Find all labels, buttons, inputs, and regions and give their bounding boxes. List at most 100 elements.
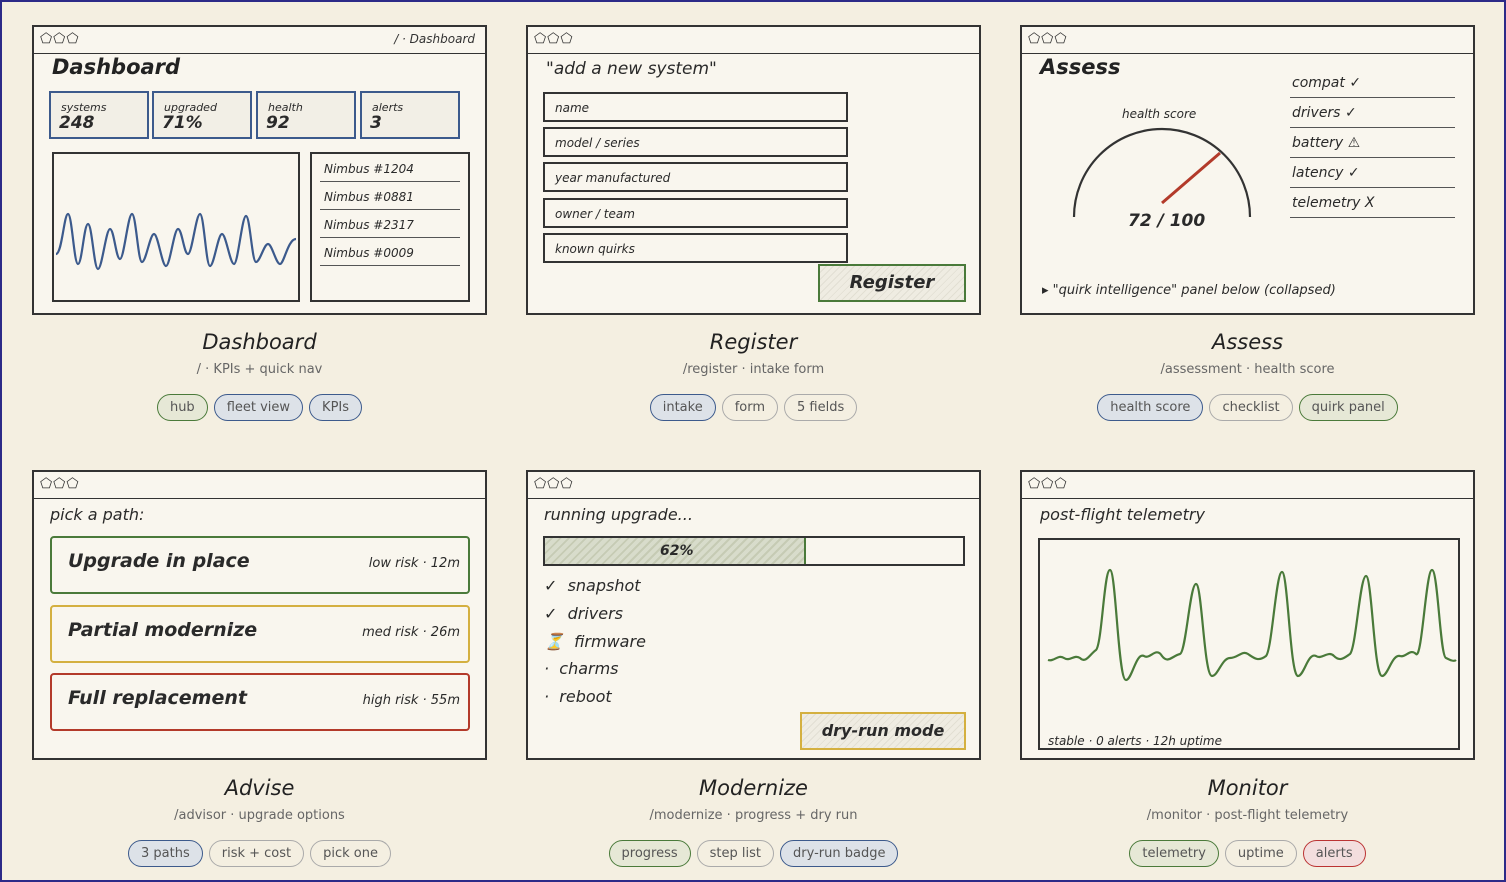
trend-chart <box>52 152 300 302</box>
caption-title: Monitor <box>1207 776 1288 800</box>
monitor-caption: Monitor /monitor · post-flight telemetry <box>1020 776 1475 823</box>
kpi-health[interactable]: health 92 <box>256 91 356 139</box>
modernize-caption: Modernize /modernize · progress + dry ru… <box>526 776 981 823</box>
option-meta: low risk · 12m <box>368 556 460 571</box>
tag[interactable]: KPIs <box>309 394 363 421</box>
list-item[interactable]: Nimbus #2317 <box>324 218 414 232</box>
tag[interactable]: dry-run badge <box>780 840 899 867</box>
list-item[interactable]: Nimbus #0009 <box>324 246 414 260</box>
advise-card[interactable]: ⬠⬠⬠ pick a path: Upgrade in place low ris… <box>32 470 487 760</box>
step-item: ✓ drivers <box>544 604 623 623</box>
caption-title: Advise <box>224 776 295 800</box>
caption-route: /register · intake form <box>682 362 825 377</box>
score-value: 72 / 100 <box>1128 211 1206 231</box>
gauge-label: health score <box>1122 107 1197 121</box>
check-item: drivers ✓ <box>1292 105 1357 121</box>
register-button[interactable]: Register <box>818 264 966 302</box>
kpi-alerts[interactable]: alerts 3 <box>360 91 460 139</box>
window-bar: ⬠⬠⬠ / · Dashboard <box>34 27 485 54</box>
option-meta: high risk · 55m <box>362 693 460 708</box>
step-label: snapshot <box>567 576 641 595</box>
page-title: Dashboard <box>52 55 181 79</box>
option-meta: med risk · 26m <box>362 625 460 640</box>
check-icon: ✓ <box>1344 105 1357 121</box>
option-upgrade-in-place[interactable]: Upgrade in place low risk · 12m <box>50 536 470 594</box>
caption-title: Assess <box>1211 330 1284 354</box>
window-icons: ⬠⬠⬠ <box>1028 31 1068 47</box>
status-text: running upgrade... <box>544 505 693 524</box>
list-item[interactable]: Nimbus #0881 <box>324 190 414 204</box>
divider <box>1290 187 1455 188</box>
window-icons: ⬠⬠⬠ <box>534 31 574 47</box>
tag[interactable]: 3 paths <box>128 840 203 867</box>
divider <box>320 181 460 182</box>
tag[interactable]: quirk panel <box>1298 394 1398 421</box>
progress-label: 62% <box>660 543 694 559</box>
telemetry-line <box>1047 568 1457 682</box>
caption-title: Dashboard <box>202 330 317 354</box>
kpi-upgraded[interactable]: upgraded 71% <box>152 91 252 139</box>
modernize-card[interactable]: ⬠⬠⬠ running upgrade... 62% ✓ snapshot ✓ … <box>526 470 981 760</box>
register-card[interactable]: ⬠⬠⬠ "add a new system" name model / seri… <box>526 25 981 315</box>
kpi-value: 248 <box>59 113 95 133</box>
panel-title: post-flight telemetry <box>1040 505 1205 524</box>
field-label: owner / team <box>555 207 635 221</box>
kpi-systems[interactable]: systems 248 <box>49 91 149 139</box>
year-field[interactable]: year manufactured <box>543 162 848 192</box>
step-item: ⏳ firmware <box>544 632 646 651</box>
model-field[interactable]: model / series <box>543 127 848 157</box>
step-item: ✓ snapshot <box>544 576 641 595</box>
window-icons: ⬠⬠⬠ <box>40 476 80 492</box>
option-partial-modernize[interactable]: Partial modernize med risk · 26m <box>50 605 470 663</box>
tag[interactable]: pick one <box>310 840 391 867</box>
caption-route: /assessment · health score <box>1160 362 1335 377</box>
quirks-field[interactable]: known quirks <box>543 233 848 263</box>
assess-card[interactable]: ⬠⬠⬠ Assess health score 72 / 100 compat … <box>1020 25 1475 315</box>
field-label: year manufactured <box>555 171 671 185</box>
owner-field[interactable]: owner / team <box>543 198 848 228</box>
window-icons: ⬠⬠⬠ <box>534 476 574 492</box>
step-label: charms <box>559 659 619 678</box>
caption-title: Register <box>709 330 798 354</box>
check-item: compat ✓ <box>1292 75 1361 91</box>
option-full-replacement[interactable]: Full replacement high risk · 55m <box>50 673 470 731</box>
tag[interactable]: fleet view <box>213 394 304 421</box>
check-icon: ✓ <box>544 604 558 623</box>
tag[interactable]: uptime <box>1224 840 1297 867</box>
divider <box>320 209 460 210</box>
option-name: Partial modernize <box>68 619 258 641</box>
check-label: battery <box>1292 135 1344 151</box>
telemetry-status: stable · 0 alerts · 12h uptime <box>1048 734 1222 748</box>
dot-icon: · <box>544 659 550 678</box>
kpi-value: 71% <box>162 113 203 133</box>
tag[interactable]: hub <box>156 394 208 421</box>
list-item[interactable]: Nimbus #1204 <box>324 162 414 176</box>
step-item: · reboot <box>544 687 612 706</box>
step-label: firmware <box>574 632 646 651</box>
kpi-value: 92 <box>266 113 290 133</box>
window-icons: ⬠⬠⬠ <box>40 31 80 47</box>
advise-caption: Advise /advisor · upgrade options <box>32 776 487 823</box>
tag[interactable]: step list <box>696 840 775 867</box>
dashboard-card[interactable]: ⬠⬠⬠ / · Dashboard Dashboard systems 248 u… <box>32 25 487 315</box>
kpi-value: 3 <box>370 113 382 133</box>
monitor-card[interactable]: ⬠⬠⬠ post-flight telemetry stable · 0 ale… <box>1020 470 1475 760</box>
check-icon: ✓ <box>1347 165 1360 181</box>
tag[interactable]: checklist <box>1209 394 1293 421</box>
dashboard-caption: Dashboard / · KPIs + quick nav <box>32 330 487 377</box>
check-label: compat <box>1292 75 1345 91</box>
tag[interactable]: telemetry <box>1129 840 1219 867</box>
tag[interactable]: intake <box>649 394 716 421</box>
dry-run-badge[interactable]: dry-run mode <box>800 712 966 750</box>
tag[interactable]: alerts <box>1302 840 1366 867</box>
tag[interactable]: health score <box>1097 394 1204 421</box>
tag[interactable]: risk + cost <box>208 840 305 867</box>
check-label: drivers <box>1292 105 1341 121</box>
name-field[interactable]: name <box>543 92 848 122</box>
tag[interactable]: 5 fields <box>784 394 858 421</box>
dashboard-tags: hub fleet view KPIs <box>32 394 487 421</box>
monitor-tags: telemetry uptime alerts <box>1020 840 1475 867</box>
tag[interactable]: form <box>721 394 779 421</box>
tag[interactable]: progress <box>608 840 691 867</box>
quirk-panel-toggle[interactable]: ▸ "quirk intelligence" panel below (coll… <box>1042 283 1336 298</box>
